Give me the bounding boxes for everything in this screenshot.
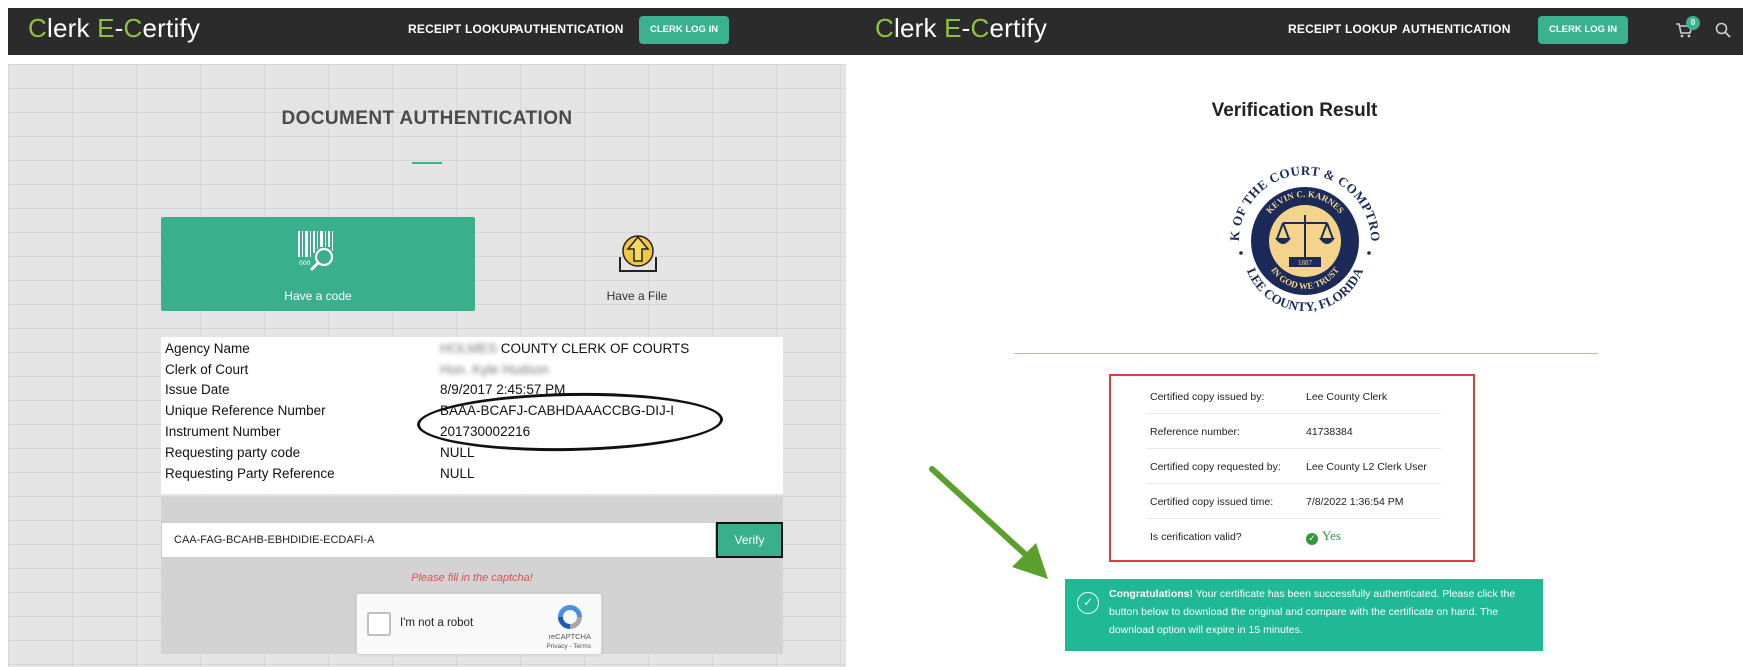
result-row-issued-by: Certified copy issued by: Lee County Cle… [1146,379,1441,414]
search-button[interactable] [1711,18,1735,42]
logo-text-ertify: ertify [989,13,1048,43]
clerk-login-button-right[interactable]: CLERK LOG IN [1538,16,1629,44]
divider-line [1014,353,1598,354]
valid-yes-text: Yes [1322,528,1341,543]
seal-year: 1887 [1298,259,1313,267]
check-circle-icon: ✓ [1077,592,1099,614]
result-key: Certified copy issued by: [1150,391,1265,403]
logo-letter-e: E [97,13,115,43]
success-alert: ✓ Congratulations! Your certificate has … [1065,579,1543,651]
check-circle-icon: ✓ [1306,533,1318,545]
right-screenshot: Clerk E-Certify RECEIPT LOOKUP AUTHENTIC… [846,8,1743,667]
redacted-county: HOLMES [440,341,498,356]
info-value-clerk: Hon. Kyle Hudson [440,360,549,380]
verify-button[interactable]: Verify [716,522,783,558]
result-key: Certified copy issued time: [1150,496,1274,508]
result-row-requested-by: Certified copy requested by: Lee County … [1146,449,1441,484]
captcha-error-message: Please fill in the captcha! [411,572,533,584]
green-arrow-annotation [929,466,1048,579]
nav-authentication-right[interactable]: AUTHENTICATION [1402,22,1511,36]
recaptcha-label: I'm not a robot [400,617,474,629]
result-key: Is cerification valid? [1150,531,1242,543]
have-a-code-label: Have a code [284,289,352,303]
verification-result-table: Certified copy issued by: Lee County Cle… [1109,374,1475,562]
logo-letter-e: E [944,13,962,43]
cart-count-badge: 0 [1686,16,1700,30]
result-key: Certified copy requested by: [1150,461,1281,473]
logo-letter-c2: C [123,13,143,43]
agency-suffix: COUNTY CLERK OF COURTS [497,341,690,356]
clerk-login-button[interactable]: CLERK LOG IN [639,16,730,44]
clerk-ecertify-logo[interactable]: Clerk E-Certify [28,13,200,44]
title-underline [412,162,442,164]
recaptcha-widget: I'm not a robot reCAPTCHA Privacy - Term… [356,593,602,655]
left-screenshot: Clerk E-Certify RECEIPT LOOKUP AUTHENTIC… [8,8,846,667]
info-label-clerk: Clerk of Court [165,362,249,377]
barcode-search-icon: 000 [298,231,334,271]
top-navbar: Clerk E-Certify RECEIPT LOOKUP AUTHENTIC… [8,8,846,55]
verification-result-title: Verification Result [1211,100,1378,121]
info-value-party-code: NULL [440,445,475,460]
recaptcha-checkbox[interactable] [367,612,391,636]
info-label-unique-ref: Unique Reference Number [165,403,326,418]
result-row-issued-time: Certified copy issued time: 7/8/2022 1:3… [1146,484,1441,519]
info-label-issue-date: Issue Date [165,382,230,397]
info-label-party-ref: Requesting Party Reference [165,466,335,481]
info-value-agency: HOLMES COUNTY CLERK OF COURTS [440,339,689,359]
svg-text:000: 000 [299,260,311,267]
nav-receipt-lookup-right[interactable]: RECEIPT LOOKUP [1288,22,1397,36]
recaptcha-privacy-terms[interactable]: Privacy - Terms [546,643,591,650]
logo-dash: - [114,13,124,43]
recaptcha-brand: reCAPTCHA [548,632,591,641]
nav-authentication[interactable]: AUTHENTICATION [515,22,624,36]
result-key: Reference number: [1150,426,1240,438]
logo-text-ertify: ertify [142,13,201,43]
result-value: Lee County Clerk [1306,391,1388,403]
top-navbar-right: Clerk E-Certify RECEIPT LOOKUP AUTHENTIC… [846,8,1743,55]
logo-letter-c2: C [970,13,990,43]
have-a-file-label: Have a File [606,289,668,303]
info-label-agency: Agency Name [165,341,250,356]
congrats-bold: Congratulations! [1109,588,1193,600]
have-a-code-option[interactable]: 000 Have a code [161,217,475,311]
logo-text-lerk: lerk [893,13,945,43]
file-upload-icon [619,235,657,272]
result-value: Lee County L2 Clerk User [1306,461,1427,473]
logo-text-lerk: lerk [46,13,98,43]
page-title: DOCUMENT AUTHENTICATION [281,108,573,129]
recaptcha-logo-icon [558,605,582,629]
lee-county-clerk-seal: CLERK OF THE COURT & COMPTROLLER LEE COU… [1217,153,1387,323]
cart-button[interactable]: 0 [1672,16,1700,42]
result-row-valid: Is cerification valid? ✓ Yes [1146,519,1441,554]
reference-code-input[interactable]: CAA-FAG-BCAHB-EBHDIDIE-ECDAFI-A [161,522,716,558]
logo-dash: - [961,13,971,43]
search-icon [1715,22,1731,38]
info-label-instrument: Instrument Number [165,424,281,439]
nav-receipt-lookup[interactable]: RECEIPT LOOKUP [408,22,517,36]
logo-letter-c: C [875,13,894,43]
result-value: 7/8/2022 1:36:54 PM [1306,496,1404,508]
result-value: 41738384 [1306,426,1353,438]
clerk-ecertify-logo-right[interactable]: Clerk E-Certify [875,13,1047,44]
have-a-file-option[interactable]: Have a File [580,227,694,311]
info-label-party-code: Requesting party code [165,445,301,460]
result-row-reference: Reference number: 41738384 [1146,414,1441,449]
redacted-clerk-name: Hon. Kyle Hudson [440,362,549,377]
info-value-party-ref: NULL [440,466,475,481]
valid-status: ✓ Yes [1306,528,1341,545]
logo-letter-c: C [28,13,47,43]
